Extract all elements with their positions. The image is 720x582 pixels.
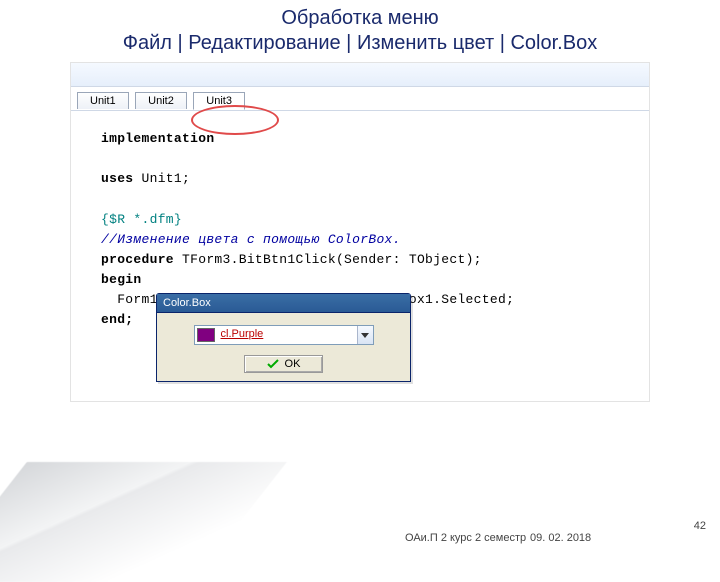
check-icon (267, 359, 279, 369)
highlight-circle (191, 105, 279, 135)
ide-tabs: Unit1 Unit2 Unit3 (71, 87, 649, 111)
footer-date: 09. 02. 2018 (530, 532, 591, 544)
footer-course: ОАи.П 2 курс 2 семестр (405, 532, 526, 544)
dialog-body: cl.Purple OK (157, 313, 410, 381)
combo-dropdown-button[interactable] (357, 326, 373, 344)
tab-unit1[interactable]: Unit1 (77, 92, 129, 109)
page-number: 42 (694, 520, 706, 532)
title-line2: Файл | Редактирование | Изменить цвет | … (70, 31, 650, 56)
slide-decor (0, 462, 287, 582)
ok-label: OK (285, 358, 301, 370)
compiler-directive: {$R *.dfm} (101, 212, 182, 227)
kw-implementation: implementation (101, 131, 214, 146)
kw-end: end; (101, 312, 133, 327)
colorbox-dialog: Color.Box cl.Purple OK (156, 293, 411, 382)
color-value: cl.Purple (217, 326, 357, 344)
kw-procedure: procedure (101, 252, 174, 267)
kw-uses: uses (101, 171, 133, 186)
chevron-down-icon (361, 333, 369, 338)
slide-title: Обработка меню Файл | Редактирование | И… (70, 6, 650, 56)
tab-unit2[interactable]: Unit2 (135, 92, 187, 109)
code-comment: ////Изменение цвета с помощью ColorBox.И… (101, 232, 401, 247)
kw-begin: begin (101, 272, 142, 287)
proc-signature: TForm3.BitBtn1Click(Sender: TObject); (174, 252, 482, 267)
uses-units: Unit1; (133, 171, 190, 186)
color-swatch (197, 328, 215, 342)
dialog-title: Color.Box (157, 294, 410, 313)
ok-button[interactable]: OK (244, 355, 324, 373)
color-combobox[interactable]: cl.Purple (194, 325, 374, 345)
title-line1: Обработка меню (70, 6, 650, 31)
ide-screenshot: Unit1 Unit2 Unit3 implementation uses Un… (70, 62, 650, 402)
ide-toolbar (71, 63, 649, 87)
